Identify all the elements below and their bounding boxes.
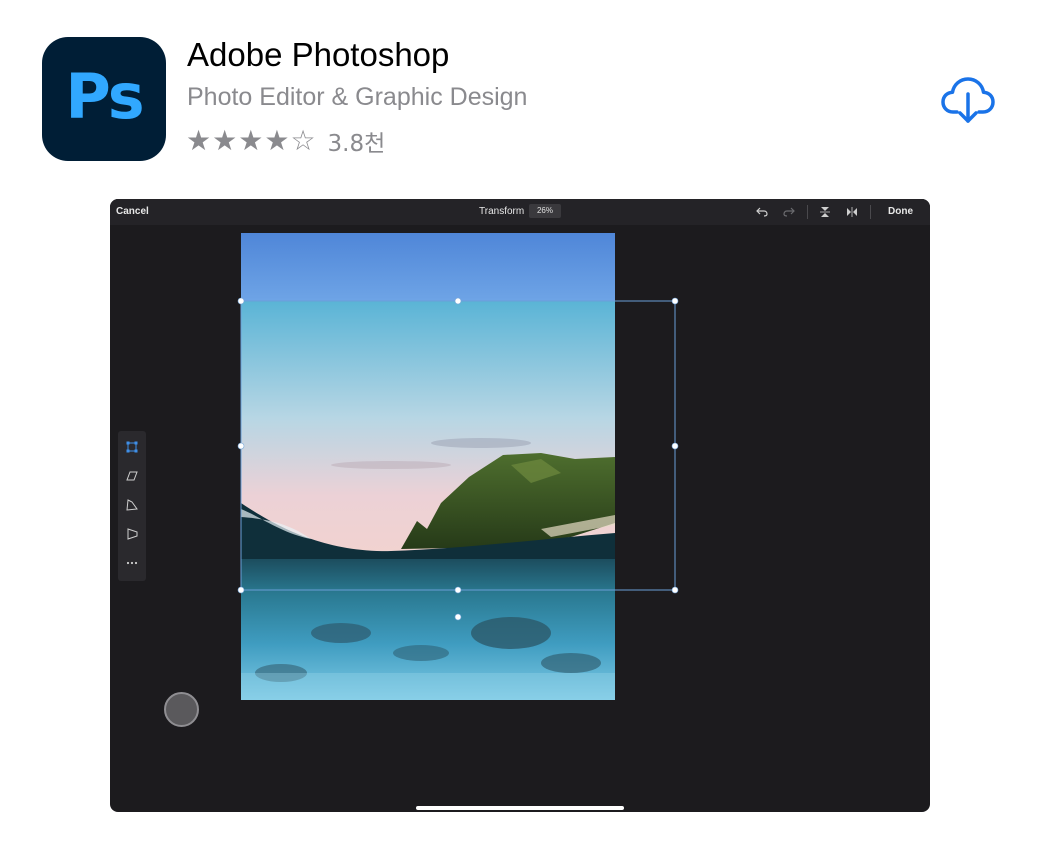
distort-icon[interactable] <box>124 497 140 513</box>
star-empty-icon: ☆ <box>290 124 316 157</box>
more-icon[interactable] <box>124 555 140 571</box>
transform-bounding-box[interactable] <box>110 199 930 812</box>
rating-stars: ★ ★ ★ ★ ☆ <box>186 127 316 155</box>
skew-icon[interactable] <box>124 468 140 484</box>
star-full-icon: ★ <box>264 124 290 157</box>
rating-count: 3.8천 <box>327 131 386 157</box>
home-indicator <box>416 806 624 810</box>
app-screenshot[interactable]: Cancel Transform 26% Done <box>110 199 930 812</box>
free-transform-icon[interactable] <box>124 439 140 455</box>
cloud-download-icon <box>941 77 995 123</box>
star-full-icon: ★ <box>186 124 212 157</box>
rating: ★ ★ ★ ★ ☆ 3.8천 <box>186 124 385 158</box>
app-title: Adobe Photoshop <box>187 36 450 73</box>
star-full-icon: ★ <box>212 124 238 157</box>
transform-tools-panel <box>118 431 146 581</box>
app-subtitle: Photo Editor & Graphic Design <box>187 83 528 111</box>
perspective-icon[interactable] <box>124 526 140 542</box>
touch-shortcut-button[interactable] <box>164 692 199 727</box>
app-icon[interactable]: Ps <box>42 37 166 161</box>
app-icon-label: Ps <box>65 60 144 133</box>
star-full-icon: ★ <box>238 124 264 157</box>
download-button[interactable] <box>938 72 998 128</box>
